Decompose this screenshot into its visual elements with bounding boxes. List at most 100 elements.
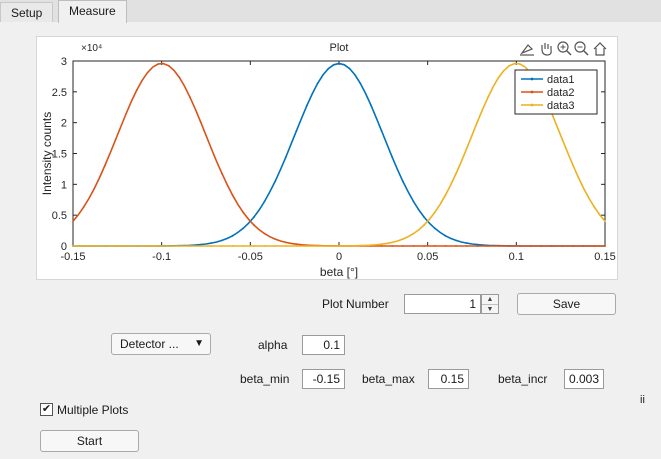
data-point <box>465 242 468 245</box>
data-tips-icon[interactable] <box>520 44 534 56</box>
data-point <box>306 104 308 106</box>
data-point <box>433 245 436 247</box>
data-point <box>167 64 170 67</box>
beta-incr-field[interactable]: 0.003 <box>564 369 604 389</box>
data-point <box>295 245 298 247</box>
y-axis-label: Intensity counts <box>40 112 54 195</box>
data-point <box>508 64 511 67</box>
data-point <box>412 200 415 203</box>
x-tick-label: 0.05 <box>417 251 438 263</box>
multiple-plots-label: Multiple Plots <box>57 403 129 417</box>
line-chart[interactable]: -0.15 -0.1 -0.05 0 0.05 0.1 0.1500.511.522.53×… <box>37 37 617 279</box>
chart-title: Plot <box>330 42 349 54</box>
data-point <box>146 245 149 247</box>
data-point <box>380 243 383 246</box>
data-point <box>465 245 468 247</box>
data-point <box>231 245 234 247</box>
data-point <box>433 211 436 214</box>
data-point <box>391 245 394 247</box>
data-point <box>125 245 128 247</box>
data-point <box>135 245 138 247</box>
data-point <box>178 245 181 247</box>
data-point <box>253 224 255 226</box>
data-point <box>295 130 298 132</box>
data-point <box>401 245 404 247</box>
data-point <box>82 206 85 209</box>
legend-marker <box>530 103 534 107</box>
multiple-plots-checkbox[interactable]: ✔ <box>40 403 53 416</box>
x-tick-label: -0.05 <box>238 251 263 263</box>
data-point <box>455 239 457 242</box>
data-point <box>253 245 255 247</box>
data-point <box>82 245 85 247</box>
x-axis-label: beta [°] <box>320 265 358 279</box>
data-point <box>263 232 266 235</box>
data-point <box>519 63 521 65</box>
data-point <box>274 245 277 247</box>
alpha-label: alpha <box>258 338 288 352</box>
data-point <box>348 244 351 247</box>
data-point <box>295 243 298 246</box>
data-point <box>465 147 468 150</box>
data-point <box>348 67 351 70</box>
data-point <box>423 245 425 247</box>
data-point <box>274 238 277 241</box>
data-point <box>316 245 319 247</box>
legend-label-data1: data1 <box>547 74 575 86</box>
zoom-out-icon[interactable] <box>574 41 589 56</box>
plot-number-field[interactable]: 1 <box>404 294 481 314</box>
data-point <box>444 245 447 247</box>
x-tick-label: 0.15 <box>594 251 615 263</box>
start-button[interactable]: Start <box>40 430 139 452</box>
data-point <box>327 67 330 70</box>
data-point <box>561 245 564 247</box>
data-point <box>189 245 191 247</box>
data-point <box>146 71 149 74</box>
x-tick-label: -0.1 <box>152 251 171 263</box>
data-point <box>263 245 266 247</box>
data-point <box>338 245 340 247</box>
y-tick-label: 2 <box>61 118 67 130</box>
data-point <box>221 245 223 247</box>
data-point <box>444 234 447 237</box>
detector-dropdown[interactable]: Detector ... ▼ <box>111 333 211 355</box>
pan-icon[interactable] <box>541 43 552 56</box>
data-point <box>231 234 234 237</box>
data-point <box>423 224 425 226</box>
data-point <box>210 245 213 247</box>
data-point <box>114 245 117 247</box>
tab-setup[interactable]: Setup <box>0 2 54 22</box>
beta-min-field[interactable]: -0.15 <box>302 369 345 389</box>
y-exponent: ×10⁴ <box>81 43 102 54</box>
data-point <box>199 245 202 247</box>
detector-dropdown-value: Detector ... <box>120 337 179 351</box>
data-point <box>540 245 543 247</box>
data-point <box>178 76 181 79</box>
data-point <box>582 187 585 190</box>
data-point <box>412 232 415 235</box>
data-point <box>125 112 128 115</box>
data-point <box>380 245 383 247</box>
data-point <box>433 227 436 230</box>
data-point <box>412 245 415 247</box>
x-tick-label: 0 <box>336 251 342 263</box>
data-point <box>189 96 191 99</box>
alpha-field[interactable]: 0.1 <box>302 335 345 355</box>
data-point <box>242 245 245 247</box>
tab-measure[interactable]: Measure <box>58 0 127 23</box>
data-point <box>104 164 106 167</box>
data-point <box>210 242 213 245</box>
home-icon[interactable] <box>593 42 607 56</box>
spinner-up-icon[interactable]: ▲ <box>482 295 498 304</box>
plot-number-spinner[interactable]: ▲ ▼ <box>481 294 499 314</box>
zoom-in-icon[interactable] <box>557 41 572 56</box>
data-point <box>370 244 372 247</box>
save-button[interactable]: Save <box>517 293 616 315</box>
spinner-down-icon[interactable]: ▼ <box>482 304 498 314</box>
beta-max-field[interactable]: 0.15 <box>428 369 469 389</box>
x-tick-label: 0.1 <box>509 251 524 263</box>
tab-setup-label: Setup <box>11 6 43 20</box>
data-point <box>359 82 362 85</box>
data-point <box>401 180 404 183</box>
data-point <box>263 200 266 203</box>
